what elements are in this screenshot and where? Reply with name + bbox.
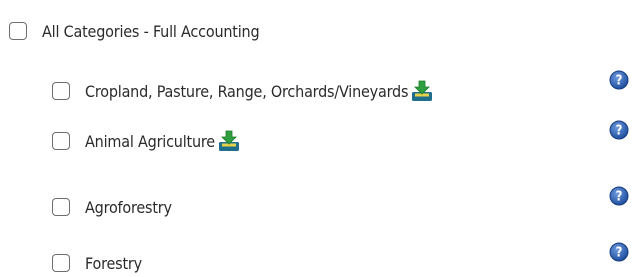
download-tray-icon[interactable]	[410, 79, 434, 103]
category-row-agroforestry: Agroforestry	[52, 193, 172, 221]
checkbox-agroforestry[interactable]	[52, 198, 70, 216]
svg-text:?: ?	[616, 190, 623, 205]
help-icon[interactable]: ?	[609, 242, 629, 262]
checkbox-cropland[interactable]	[52, 82, 70, 100]
svg-text:?: ?	[616, 246, 623, 261]
checkbox-animal-agriculture[interactable]	[52, 132, 70, 150]
category-label-forestry: Forestry	[85, 253, 142, 273]
category-label-animal-agriculture: Animal Agriculture	[85, 131, 215, 151]
checkbox-forestry[interactable]	[52, 254, 70, 272]
category-row-forestry: Forestry	[52, 249, 142, 277]
checkbox-all-categories[interactable]	[9, 22, 27, 40]
help-icon[interactable]: ?	[609, 120, 629, 140]
category-row-animal-agriculture: Animal Agriculture	[52, 127, 241, 155]
help-icon[interactable]: ?	[609, 186, 629, 206]
category-label-all: All Categories - Full Accounting	[42, 21, 260, 41]
help-icon[interactable]: ?	[609, 70, 629, 90]
category-label-cropland: Cropland, Pasture, Range, Orchards/Viney…	[85, 81, 409, 101]
svg-text:?: ?	[616, 74, 623, 89]
svg-text:?: ?	[616, 124, 623, 139]
category-row-cropland: Cropland, Pasture, Range, Orchards/Viney…	[52, 77, 434, 105]
category-label-agroforestry: Agroforestry	[85, 197, 172, 217]
download-tray-icon[interactable]	[217, 129, 241, 153]
category-row-all: All Categories - Full Accounting	[9, 17, 260, 45]
